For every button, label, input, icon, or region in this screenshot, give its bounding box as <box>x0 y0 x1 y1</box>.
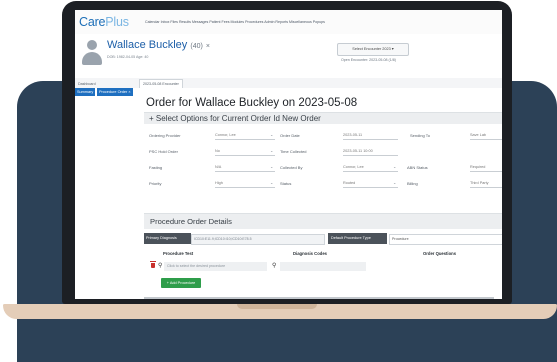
billing-select[interactable]: Third Party <box>470 180 502 188</box>
collected-by-label: Collected By <box>280 165 303 170</box>
avatar-head-icon <box>87 40 97 50</box>
chevron-down-icon: ⌄ <box>393 164 397 169</box>
chevron-down-icon: ⌄ <box>270 164 274 169</box>
subtab-summary[interactable]: Summary <box>75 88 96 96</box>
sub-tabs: Summary Procedure Order × <box>75 88 502 97</box>
trash-icon[interactable] <box>150 261 156 268</box>
select-encounter-button[interactable]: Select Encounter 2023 ▾ <box>337 43 409 56</box>
avatar-body-icon <box>82 52 102 65</box>
chevron-down-icon: ⌄ <box>393 180 397 185</box>
diagnosis-codes-input[interactable] <box>280 262 366 271</box>
form-row: Priority High ⌄ Status Routed ⌄ Billing … <box>75 175 502 191</box>
fasting-label: Fasting <box>149 165 163 170</box>
chevron-down-icon: ⌄ <box>270 148 274 153</box>
status-select[interactable]: Routed <box>343 180 398 188</box>
priority-select[interactable]: High <box>215 180 275 188</box>
subtab-procedure-order[interactable]: Procedure Order × <box>97 88 133 96</box>
ordering-provider-select[interactable]: Connor, Lee <box>215 132 275 140</box>
abn-status-label: ABN Status <box>407 165 428 170</box>
procedure-details-header[interactable]: Procedure Order Details <box>144 213 502 229</box>
procedure-row: ⚲ Click to select the desired procedure … <box>144 261 502 273</box>
search-icon[interactable]: ⚲ <box>158 262 162 269</box>
search-icon[interactable]: ⚲ <box>272 262 276 269</box>
procedure-select-input[interactable]: Click to select the desired procedure <box>164 262 267 271</box>
chevron-down-icon: ⌄ <box>270 180 274 185</box>
options-section-header[interactable]: + Select Options for Current Order Id Ne… <box>144 112 502 124</box>
default-procedure-type-select[interactable]: Procedure <box>389 234 502 245</box>
order-date-field[interactable]: 2023-05-11 <box>343 132 398 140</box>
col-order-questions: Order Questions <box>423 251 457 256</box>
time-collected-field[interactable]: 2023-05-11 10:00 <box>343 148 398 156</box>
tab-dashboard[interactable]: Dashboard <box>75 80 99 88</box>
top-navbar: CarePlus Calendar Inbox Files Results Me… <box>75 10 502 35</box>
avatar <box>81 39 103 67</box>
patient-subline: DOB: 1982-04-05 Age: 40 <box>107 55 149 59</box>
main-menu[interactable]: Calendar Inbox Files Results Messages Pa… <box>145 20 325 24</box>
priority-label: Priority <box>149 181 162 186</box>
collected-by-select[interactable]: Connor, Lee <box>343 164 398 172</box>
options-section-title: + Select Options for Current Order Id Ne… <box>149 114 321 123</box>
order-date-label: Order Date <box>280 133 300 138</box>
col-diagnosis-codes: Diagnosis Codes <box>293 251 327 256</box>
patient-name[interactable]: Wallace Buckley (40) × <box>107 39 210 51</box>
ordering-provider-label: Ordering Provider <box>149 133 181 138</box>
page-title: Order for Wallace Buckley on 2023-05-08 <box>146 97 358 109</box>
billing-label: Billing <box>407 181 418 186</box>
patient-close-icon[interactable]: × <box>206 43 210 50</box>
primary-diagnosis-label: Primary Diagnosis <box>144 233 191 244</box>
form-row: PSC Hold Order No ⌄ Time Collected 2023-… <box>75 143 502 159</box>
form-row: Fasting N/A ⌄ Collected By Connor, Lee ⌄… <box>75 159 502 175</box>
diagnosis-bar: Primary Diagnosis ICD10:E11.9;ICD10:I10;… <box>144 233 502 245</box>
col-procedure-test: Procedure Test <box>163 251 194 256</box>
time-collected-label: Time Collected <box>280 149 307 154</box>
open-encounter-info: Open Encounter: 2023-05-08 (1/8) <box>341 58 396 62</box>
psc-hold-label: PSC Hold Order <box>149 149 178 154</box>
add-procedure-button[interactable]: + Add Procedure <box>161 278 201 288</box>
primary-diagnosis-input[interactable]: ICD10:E11.9;ICD10:I10;ICD10:E78.5 <box>191 234 325 245</box>
status-label: Status <box>280 181 292 186</box>
laptop-screen: CarePlus Calendar Inbox Files Results Me… <box>75 10 502 299</box>
patient-header: Wallace Buckley (40) × DOB: 1982-04-05 A… <box>75 34 502 78</box>
abn-status-select[interactable]: Required <box>470 164 502 172</box>
psc-hold-select[interactable]: No <box>215 148 275 156</box>
form-row: Ordering Provider Connor, Lee ⌄ Order Da… <box>75 127 502 143</box>
procedure-details-title: Procedure Order Details <box>150 217 232 226</box>
chevron-down-icon: ⌄ <box>270 132 274 137</box>
sending-to-select[interactable]: Save Lab <box>470 132 502 140</box>
fasting-select[interactable]: N/A <box>215 164 275 172</box>
tab-encounter[interactable]: 2023-05-08 Encounter <box>139 79 183 88</box>
laptop-base-notch <box>237 304 317 309</box>
sending-to-label: Sending To <box>410 133 430 138</box>
horizontal-scrollbar[interactable] <box>144 297 494 299</box>
app-logo[interactable]: CarePlus <box>79 15 129 29</box>
default-procedure-type-label: Default Procedure Type <box>328 233 387 244</box>
